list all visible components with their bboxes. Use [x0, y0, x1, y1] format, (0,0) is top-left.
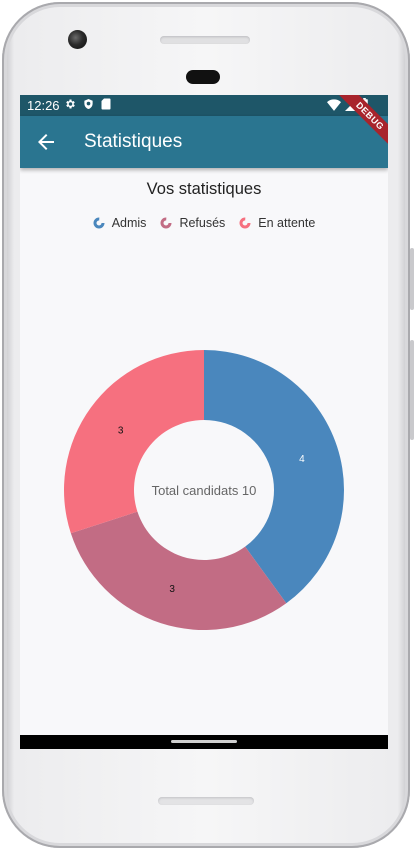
donut-slice-refus-s: [70, 511, 287, 630]
front-camera: [68, 30, 87, 49]
donut-chart: 4 3 3 Total candidats 10: [63, 350, 345, 630]
home-gesture-handle[interactable]: [171, 740, 237, 743]
volume-button: [410, 340, 414, 440]
top-speaker-grille: [160, 36, 250, 44]
android-navigation-bar: [20, 735, 388, 749]
donut-center-label: Total candidats 10: [152, 483, 257, 498]
screen: 12:26 Statistiques DEBUG Vos statistique…: [20, 95, 388, 749]
slice-value-label: 4: [299, 454, 305, 465]
slice-value-label: 3: [118, 425, 124, 436]
bottom-speaker-grille: [158, 797, 254, 805]
slice-value-label: 3: [169, 584, 175, 595]
power-button: [410, 248, 414, 310]
donut-slice-en-attente: [63, 350, 205, 534]
earpiece: [186, 70, 220, 84]
